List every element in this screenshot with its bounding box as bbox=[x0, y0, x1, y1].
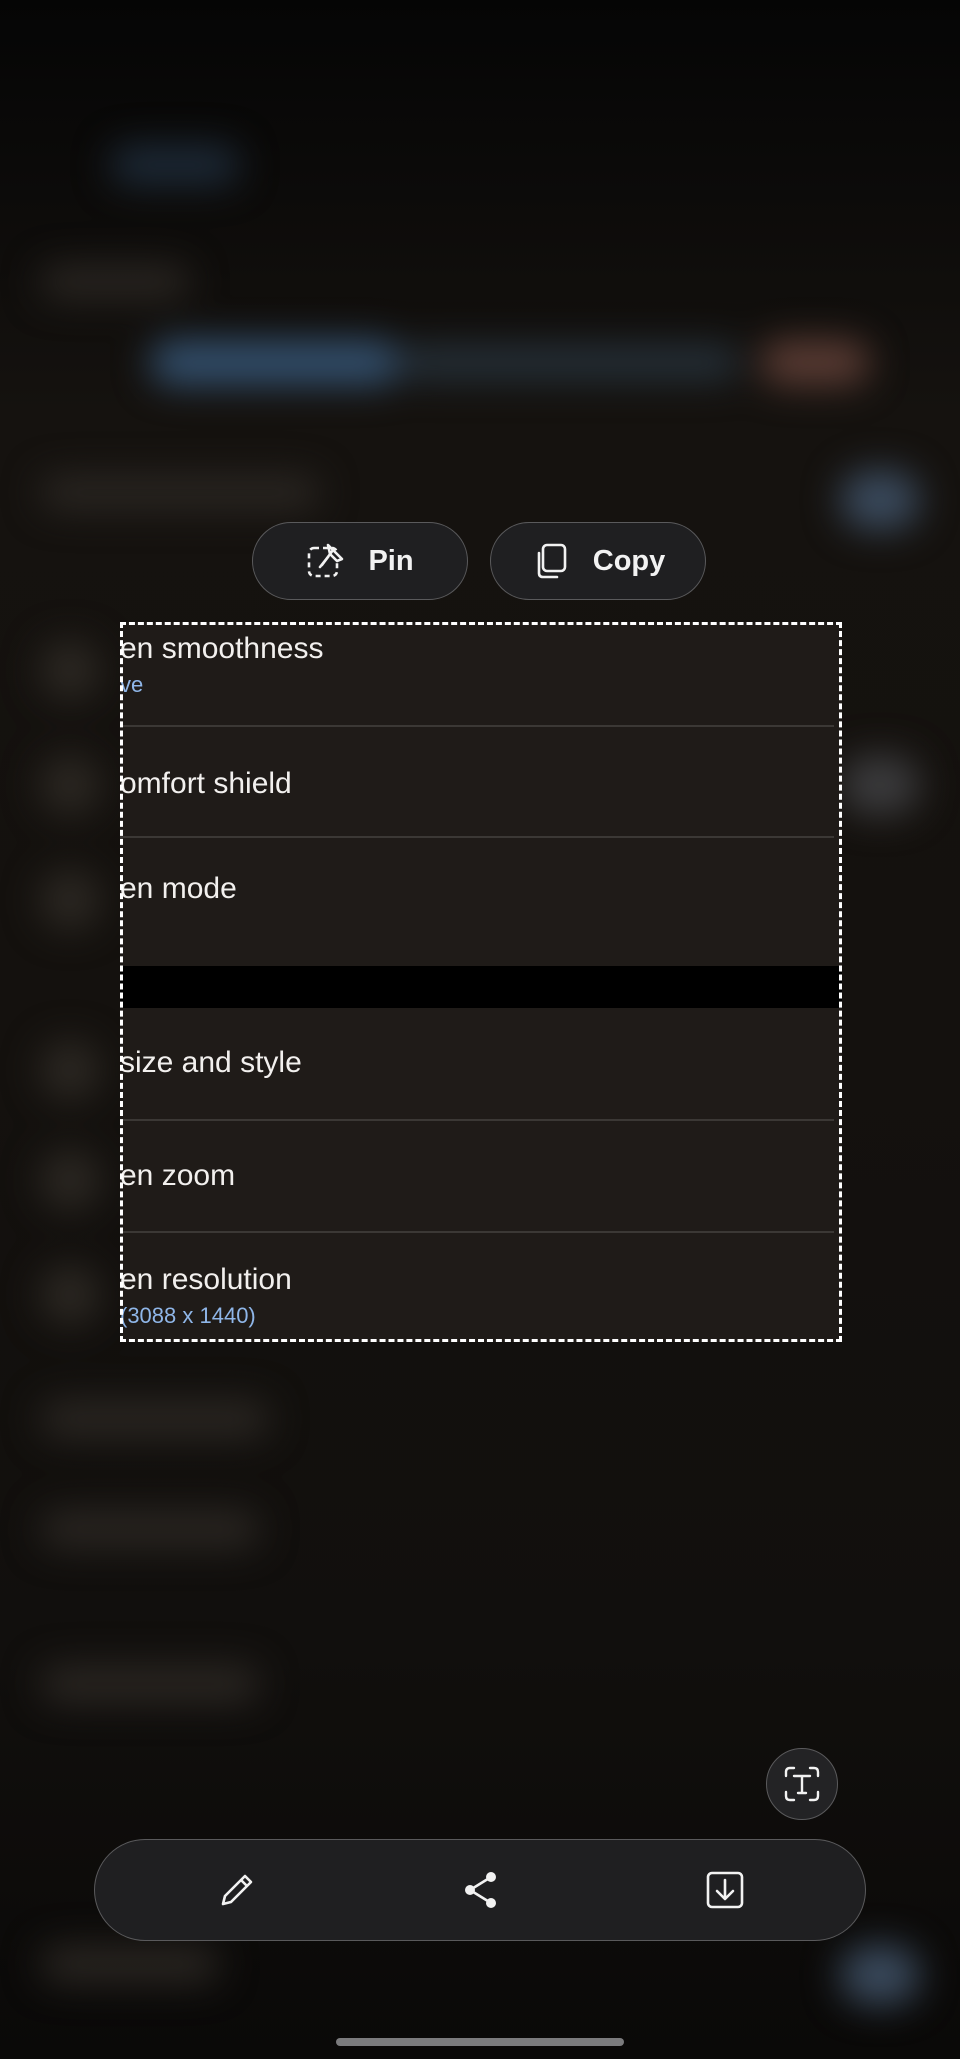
list-item: size and style bbox=[120, 1008, 834, 1120]
pin-icon bbox=[308, 543, 344, 578]
item-title: en smoothness bbox=[120, 632, 324, 665]
item-subtitle: ve bbox=[120, 672, 144, 697]
list-item: en mode bbox=[120, 838, 834, 966]
pin-label: Pin bbox=[368, 544, 414, 577]
save-button[interactable] bbox=[699, 1864, 751, 1916]
list-item: en zoom bbox=[120, 1121, 834, 1232]
section-gap bbox=[120, 966, 842, 1008]
copy-icon bbox=[537, 543, 567, 579]
bottom-toolbar bbox=[94, 1839, 866, 1941]
list-item: en resolution (3088 x 1440) bbox=[120, 1233, 834, 1342]
item-title: size and style bbox=[120, 1046, 302, 1079]
screenshot-selection-screen: Pin Copy en smoothness ve omfort shield … bbox=[0, 0, 960, 2059]
copy-label: Copy bbox=[592, 544, 666, 577]
edit-button[interactable] bbox=[211, 1864, 263, 1916]
capture-region[interactable]: en smoothness ve omfort shield en mode s… bbox=[120, 622, 842, 1342]
text-extract-icon bbox=[784, 1766, 820, 1802]
pin-button[interactable]: Pin bbox=[252, 522, 468, 600]
home-indicator[interactable] bbox=[336, 2038, 624, 2046]
share-icon bbox=[465, 1872, 496, 1908]
item-title: en resolution bbox=[120, 1263, 292, 1296]
item-title: omfort shield bbox=[120, 767, 292, 800]
item-subtitle: (3088 x 1440) bbox=[120, 1303, 256, 1328]
copy-button[interactable]: Copy bbox=[490, 522, 706, 600]
item-title: en zoom bbox=[120, 1159, 236, 1192]
download-icon bbox=[706, 1871, 744, 1909]
share-button[interactable] bbox=[455, 1864, 507, 1916]
pencil-icon bbox=[221, 1874, 253, 1906]
item-title: en mode bbox=[120, 872, 237, 905]
extract-text-button[interactable] bbox=[766, 1748, 838, 1820]
list-item: omfort shield bbox=[120, 727, 834, 837]
list-item: en smoothness ve bbox=[120, 622, 834, 726]
